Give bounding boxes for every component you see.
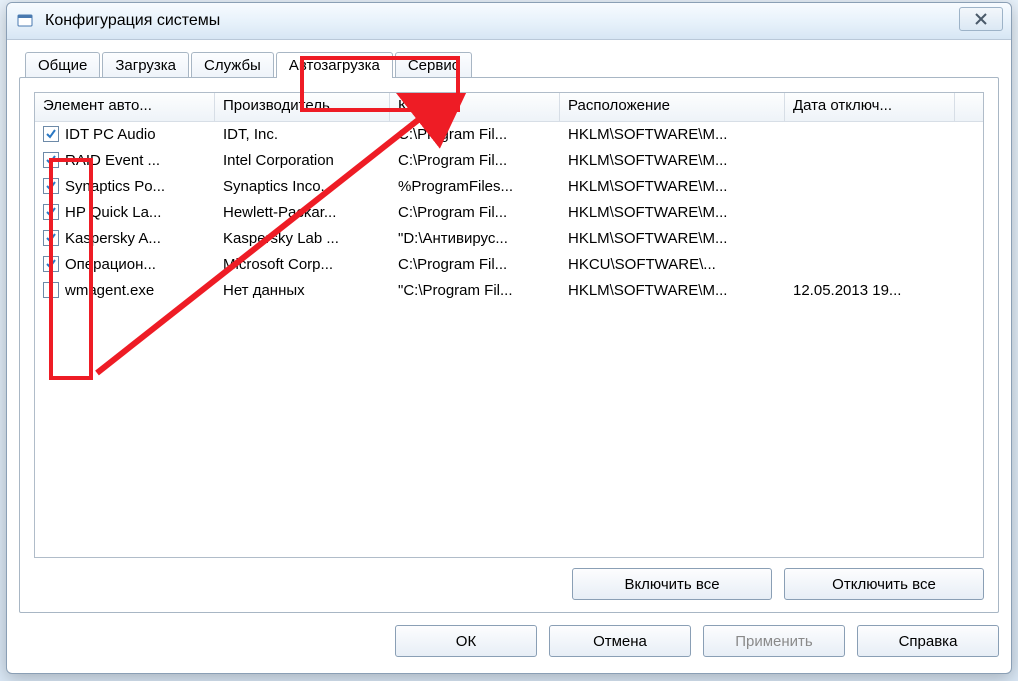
startup-item-name: HP Quick La... [65,204,161,221]
close-button[interactable] [959,7,1003,31]
col-command[interactable]: Команда [390,93,560,121]
command-cell: "C:\Program Fil... [390,282,560,299]
startup-item-cell: Kaspersky A... [35,230,215,247]
command-cell: C:\Program Fil... [390,204,560,221]
table-row[interactable]: RAID Event ... Intel CorporationC:\Progra… [35,147,983,173]
command-cell: "D:\Антивирус... [390,230,560,247]
startup-item-name: Операцион... [65,256,156,273]
app-icon [17,13,35,29]
manufacturer-cell: Нет данных [215,282,390,299]
tab-tools[interactable]: Сервис [395,52,472,78]
manufacturer-cell: IDT, Inc. [215,126,390,143]
startup-item-cell: Операцион... [35,256,215,273]
startup-checkbox[interactable] [43,126,59,142]
location-cell: HKLM\SOFTWARE\M... [560,204,785,221]
startup-checkbox[interactable] [43,152,59,168]
tab-general[interactable]: Общие [25,52,100,78]
tab-startup[interactable]: Автозагрузка [276,52,393,78]
location-cell: HKLM\SOFTWARE\M... [560,152,785,169]
date-disabled-cell: 12.05.2013 19... [785,282,955,299]
startup-item-cell: IDT PC Audio [35,126,215,143]
col-location[interactable]: Расположение [560,93,785,121]
manufacturer-cell: Synaptics Inco... [215,178,390,195]
enable-all-button[interactable]: Включить все [572,568,772,600]
col-startup-item[interactable]: Элемент авто... [35,93,215,121]
close-icon [974,13,988,25]
titlebar[interactable]: Конфигурация системы [7,3,1011,40]
listview-body: IDT PC AudioIDT, Inc.C:\Program Fil...HK… [35,121,983,557]
panel-buttons: Включить все Отключить все [572,568,984,600]
command-cell: %ProgramFiles... [390,178,560,195]
startup-item-name: Kaspersky A... [65,230,161,247]
col-manufacturer[interactable]: Производитель [215,93,390,121]
command-cell: C:\Program Fil... [390,256,560,273]
table-row[interactable]: Операцион... Microsoft Corp...C:\Program … [35,251,983,277]
startup-checkbox[interactable] [43,204,59,220]
startup-item-cell: HP Quick La... [35,204,215,221]
dialog-body: Общие Загрузка Службы Автозагрузка Серви… [19,47,999,661]
startup-listview[interactable]: Элемент авто... Производитель Команда Ра… [34,92,984,558]
apply-button[interactable]: Применить [703,625,845,657]
tab-boot[interactable]: Загрузка [102,52,189,78]
help-button[interactable]: Справка [857,625,999,657]
location-cell: HKLM\SOFTWARE\M... [560,282,785,299]
manufacturer-cell: Kaspersky Lab ... [215,230,390,247]
startup-item-cell: Synaptics Po... [35,178,215,195]
ok-button[interactable]: ОК [395,625,537,657]
cancel-button[interactable]: Отмена [549,625,691,657]
startup-item-name: wmagent.exe [65,282,154,299]
command-cell: C:\Program Fil... [390,126,560,143]
listview-header: Элемент авто... Производитель Команда Ра… [35,93,983,122]
startup-checkbox[interactable] [43,230,59,246]
startup-checkbox[interactable] [43,256,59,272]
table-row[interactable]: Kaspersky A... Kaspersky Lab ..."D:\Антив… [35,225,983,251]
table-row[interactable]: IDT PC Audio IDT, Inc.C:\Program Fil...HK… [35,121,983,147]
location-cell: HKCU\SOFTWARE\... [560,256,785,273]
startup-item-cell: wmagent.exe [35,282,215,299]
command-cell: C:\Program Fil... [390,152,560,169]
location-cell: HKLM\SOFTWARE\M... [560,126,785,143]
location-cell: HKLM\SOFTWARE\M... [560,230,785,247]
tab-services[interactable]: Службы [191,52,274,78]
msconfig-window: Конфигурация системы Общие Загрузка Служ… [6,2,1012,674]
table-row[interactable]: HP Quick La... Hewlett-Packar...C:\Progra… [35,199,983,225]
location-cell: HKLM\SOFTWARE\M... [560,178,785,195]
startup-item-name: Synaptics Po... [65,178,165,195]
startup-item-name: RAID Event ... [65,152,160,169]
disable-all-button[interactable]: Отключить все [784,568,984,600]
dialog-buttons: ОК Отмена Применить Справка [395,625,999,657]
manufacturer-cell: Intel Corporation [215,152,390,169]
table-row[interactable]: Synaptics Po... Synaptics Inco...%Program… [35,173,983,199]
startup-item-name: IDT PC Audio [65,126,156,143]
startup-panel: Элемент авто... Производитель Команда Ра… [19,77,999,613]
startup-checkbox[interactable] [43,282,59,298]
startup-item-cell: RAID Event ... [35,152,215,169]
col-date-disabled[interactable]: Дата отключ... [785,93,955,121]
manufacturer-cell: Hewlett-Packar... [215,204,390,221]
tab-strip: Общие Загрузка Службы Автозагрузка Серви… [19,47,999,77]
table-row[interactable]: wmagent.exe Нет данных"C:\Program Fil...H… [35,277,983,303]
manufacturer-cell: Microsoft Corp... [215,256,390,273]
startup-checkbox[interactable] [43,178,59,194]
window-title: Конфигурация системы [45,12,220,30]
